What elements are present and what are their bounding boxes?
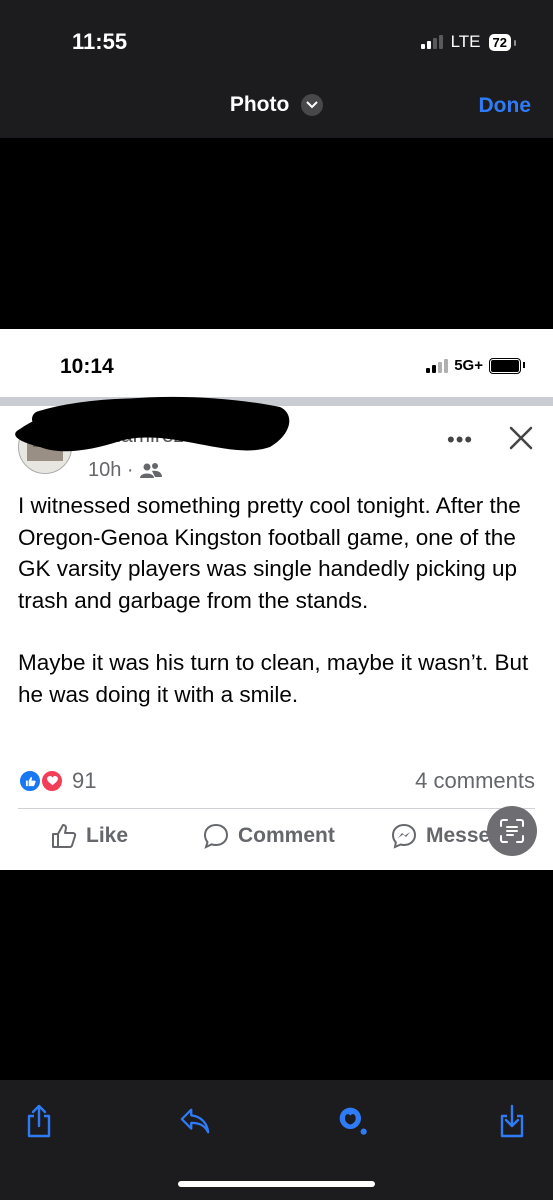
visual-lookup-icon[interactable]: [337, 1103, 369, 1139]
divider: [18, 808, 535, 809]
signal-icon: [426, 358, 449, 373]
battery-icon: 72: [488, 33, 517, 51]
home-indicator[interactable]: [178, 1181, 375, 1187]
love-reaction-icon: [40, 769, 64, 793]
redaction-scribble: [15, 396, 290, 452]
lens-icon[interactable]: [487, 806, 537, 856]
inner-status-time: 10:14: [60, 355, 114, 378]
reply-icon[interactable]: [179, 1103, 211, 1139]
photo-title: Photo: [229, 93, 290, 116]
comment-button[interactable]: Comment: [202, 822, 335, 850]
inner-status-indicators: 5G+: [426, 357, 525, 374]
status-time: 11:55: [72, 29, 128, 54]
signal-icon: [420, 35, 443, 49]
comment-icon: [203, 823, 229, 849]
network-label: 5G+: [454, 357, 483, 374]
reaction-count: 91: [72, 768, 97, 793]
post-paragraph: I witnessed something pretty cool tonigh…: [18, 493, 521, 613]
like-reaction-icon: [18, 769, 42, 793]
comment-label: Comment: [238, 824, 335, 847]
chevron-down-icon: [301, 94, 324, 117]
comments-count[interactable]: 4 comments: [415, 768, 535, 794]
post-paragraph: Maybe it was his turn to clean, maybe it…: [18, 650, 529, 707]
done-button[interactable]: Done: [479, 94, 532, 118]
photo-title-menu[interactable]: Photo: [0, 93, 553, 117]
like-label: Like: [86, 824, 129, 847]
more-icon[interactable]: •••: [447, 427, 473, 453]
post-body: I witnessed something pretty cool tonigh…: [18, 490, 543, 741]
messenger-icon: [391, 823, 417, 849]
network-label: LTE: [450, 32, 481, 51]
reaction-summary[interactable]: 91: [18, 768, 96, 794]
like-icon: [52, 824, 77, 848]
battery-icon: [489, 357, 525, 374]
save-icon[interactable]: [496, 1103, 528, 1139]
status-indicators: LTE 72: [420, 32, 517, 52]
close-icon[interactable]: [508, 425, 534, 456]
viewer-top-bar: [0, 0, 553, 138]
like-button[interactable]: Like: [50, 822, 128, 850]
share-icon[interactable]: [23, 1103, 55, 1139]
